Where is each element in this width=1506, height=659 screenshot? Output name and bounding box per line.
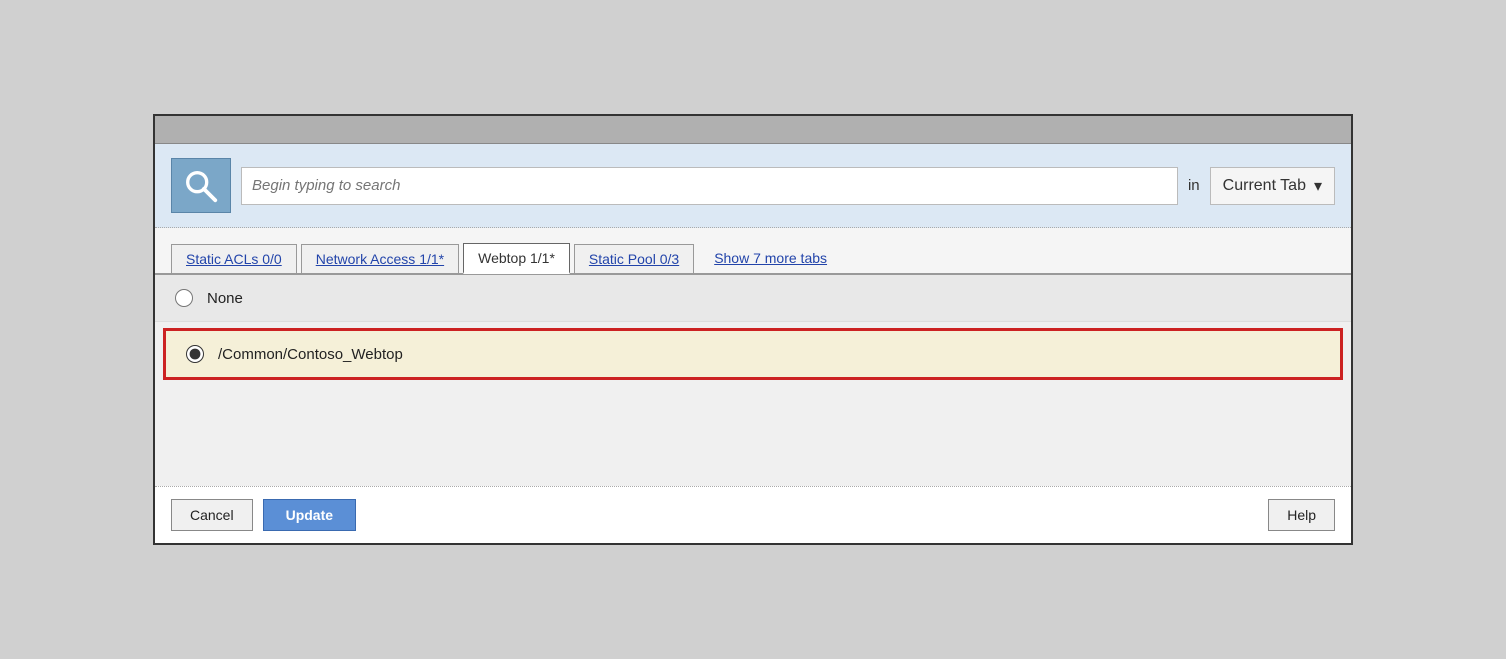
search-input[interactable] bbox=[241, 167, 1178, 205]
tab-network-access[interactable]: Network Access 1/1* bbox=[301, 244, 459, 273]
option-none-label[interactable]: None bbox=[207, 290, 243, 307]
title-bar bbox=[155, 116, 1351, 144]
chevron-down-icon: ▾ bbox=[1314, 176, 1322, 196]
show-more-tabs-link[interactable]: Show 7 more tabs bbox=[704, 244, 837, 272]
cancel-button[interactable]: Cancel bbox=[171, 499, 253, 531]
option-none-radio[interactable] bbox=[175, 289, 193, 307]
tabs-area: Static ACLs 0/0 Network Access 1/1* Webt… bbox=[155, 228, 1351, 275]
scope-dropdown[interactable]: Current Tab ▾ bbox=[1210, 167, 1335, 205]
update-button[interactable]: Update bbox=[263, 499, 356, 531]
option-contoso-row: /Common/Contoso_Webtop bbox=[163, 328, 1343, 380]
search-bar: in Current Tab ▾ bbox=[155, 144, 1351, 228]
option-none-row: None bbox=[155, 275, 1351, 322]
bottom-bar: Cancel Update Help bbox=[155, 486, 1351, 543]
option-contoso-label[interactable]: /Common/Contoso_Webtop bbox=[218, 346, 403, 363]
help-button[interactable]: Help bbox=[1268, 499, 1335, 531]
tab-static-pool[interactable]: Static Pool 0/3 bbox=[574, 244, 694, 273]
content-area: None /Common/Contoso_Webtop bbox=[155, 275, 1351, 486]
search-icon-box bbox=[171, 158, 231, 213]
tab-static-acls[interactable]: Static ACLs 0/0 bbox=[171, 244, 297, 273]
tab-webtop[interactable]: Webtop 1/1* bbox=[463, 243, 570, 274]
in-label: in bbox=[1188, 177, 1200, 194]
scope-label: Current Tab bbox=[1223, 177, 1306, 195]
option-contoso-radio[interactable] bbox=[186, 345, 204, 363]
search-icon bbox=[182, 167, 220, 205]
dialog: in Current Tab ▾ Static ACLs 0/0 Network… bbox=[153, 114, 1353, 545]
content-spacer bbox=[155, 386, 1351, 486]
